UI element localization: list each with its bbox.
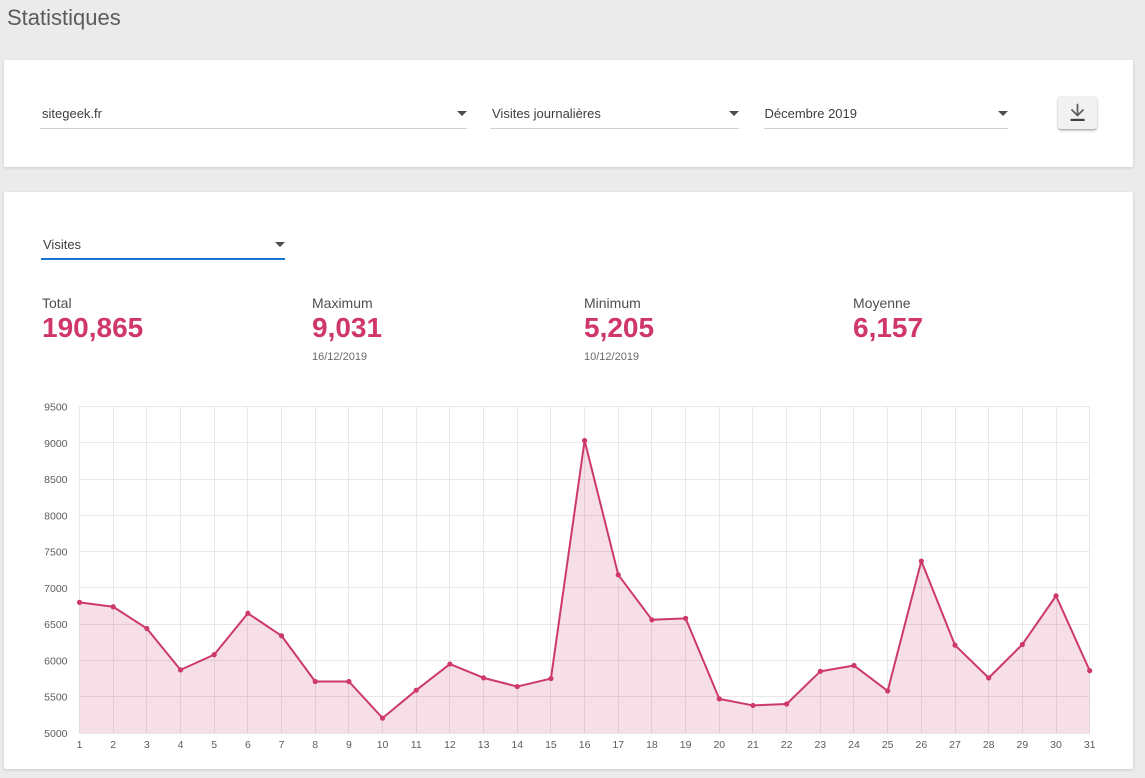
svg-text:28: 28 (983, 739, 995, 751)
svg-text:5: 5 (211, 739, 217, 751)
svg-text:4: 4 (178, 739, 184, 751)
svg-text:26: 26 (915, 739, 927, 751)
svg-text:17: 17 (612, 739, 624, 751)
svg-text:8000: 8000 (44, 510, 68, 522)
svg-text:20: 20 (713, 739, 725, 751)
svg-text:15: 15 (545, 739, 557, 751)
svg-text:2: 2 (110, 739, 116, 751)
svg-text:10: 10 (377, 739, 389, 751)
svg-text:11: 11 (411, 739, 422, 751)
svg-text:1: 1 (77, 739, 83, 751)
svg-text:18: 18 (646, 739, 658, 751)
svg-text:12: 12 (444, 739, 456, 751)
svg-text:27: 27 (949, 739, 961, 751)
svg-text:8: 8 (312, 739, 318, 751)
svg-text:31: 31 (1084, 739, 1096, 751)
svg-text:30: 30 (1050, 739, 1062, 751)
svg-text:5500: 5500 (44, 692, 68, 704)
svg-text:16: 16 (579, 739, 591, 751)
svg-text:23: 23 (814, 739, 826, 751)
svg-text:6: 6 (245, 739, 251, 751)
svg-text:22: 22 (781, 739, 793, 751)
svg-text:9000: 9000 (44, 438, 68, 450)
svg-text:19: 19 (680, 739, 692, 751)
svg-text:29: 29 (1017, 739, 1029, 751)
svg-text:9500: 9500 (44, 402, 68, 414)
svg-text:25: 25 (882, 739, 894, 751)
svg-text:7: 7 (279, 739, 285, 751)
svg-text:21: 21 (747, 739, 759, 751)
svg-text:13: 13 (478, 739, 490, 751)
svg-text:7500: 7500 (44, 547, 68, 559)
svg-text:9: 9 (346, 739, 352, 751)
svg-text:24: 24 (848, 739, 860, 751)
svg-text:7000: 7000 (44, 583, 68, 595)
svg-text:14: 14 (511, 739, 523, 751)
svg-text:6000: 6000 (44, 655, 68, 667)
svg-text:5000: 5000 (44, 728, 68, 740)
svg-text:3: 3 (144, 739, 150, 751)
svg-text:8500: 8500 (44, 474, 68, 486)
svg-text:6500: 6500 (44, 619, 68, 631)
